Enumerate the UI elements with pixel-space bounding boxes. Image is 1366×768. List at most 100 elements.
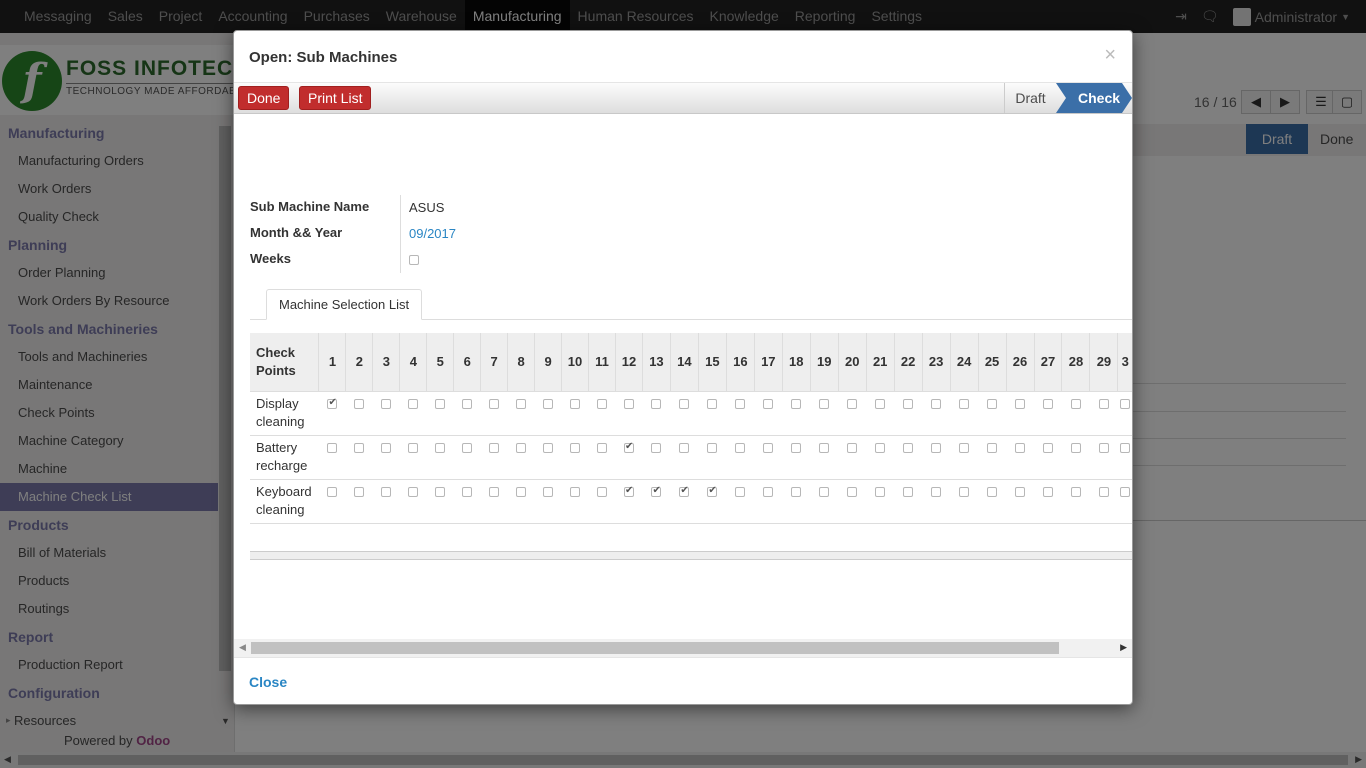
day-checkbox[interactable] bbox=[707, 485, 718, 498]
day-checkbox[interactable] bbox=[1043, 487, 1053, 498]
column-header-day[interactable]: 1 bbox=[318, 333, 346, 391]
day-checkbox[interactable] bbox=[959, 399, 970, 410]
status-draft[interactable]: Draft bbox=[1004, 83, 1056, 113]
day-checkbox[interactable] bbox=[462, 399, 473, 410]
done-button[interactable]: Done bbox=[238, 86, 290, 110]
day-checkbox[interactable] bbox=[763, 443, 774, 454]
day-checkbox[interactable] bbox=[570, 487, 581, 498]
day-checkbox[interactable] bbox=[763, 399, 774, 410]
day-checkbox[interactable] bbox=[735, 443, 746, 454]
day-checkbox[interactable] bbox=[1043, 443, 1053, 454]
day-checkbox[interactable] bbox=[819, 443, 830, 454]
day-checkbox[interactable] bbox=[408, 399, 419, 410]
day-checkbox[interactable] bbox=[931, 487, 942, 498]
column-header-day[interactable]: 6 bbox=[453, 333, 481, 391]
day-checkbox[interactable] bbox=[987, 443, 998, 454]
day-checkbox[interactable] bbox=[903, 399, 914, 410]
day-checkbox[interactable] bbox=[462, 487, 473, 498]
column-header-day[interactable]: 3 bbox=[372, 333, 400, 391]
day-checkbox[interactable] bbox=[623, 399, 634, 410]
day-checkbox[interactable] bbox=[462, 443, 473, 454]
day-checkbox[interactable] bbox=[931, 399, 942, 410]
day-checkbox[interactable] bbox=[516, 399, 527, 410]
column-header-day[interactable]: 28 bbox=[1061, 333, 1090, 391]
day-checkbox[interactable] bbox=[1119, 399, 1130, 410]
scroll-right-icon[interactable]: ▶ bbox=[1120, 642, 1127, 653]
day-checkbox[interactable] bbox=[543, 399, 554, 410]
day-checkbox[interactable] bbox=[570, 443, 581, 454]
column-header-day[interactable]: 3 bbox=[1117, 333, 1132, 391]
day-checkbox[interactable] bbox=[847, 443, 858, 454]
day-checkbox[interactable] bbox=[597, 399, 607, 410]
day-checkbox[interactable] bbox=[354, 399, 365, 410]
day-checkbox[interactable] bbox=[651, 485, 662, 498]
day-checkbox[interactable] bbox=[623, 485, 634, 498]
day-checkbox[interactable] bbox=[435, 443, 446, 454]
column-header-day[interactable]: 14 bbox=[669, 333, 699, 391]
day-checkbox[interactable] bbox=[903, 487, 914, 498]
dialog-horizontal-scrollbar[interactable]: ◀ ▶ bbox=[234, 639, 1132, 657]
day-checkbox[interactable] bbox=[1119, 487, 1130, 498]
day-checkbox[interactable] bbox=[987, 487, 998, 498]
day-checkbox[interactable] bbox=[651, 399, 662, 410]
day-checkbox[interactable] bbox=[959, 487, 970, 498]
day-checkbox[interactable] bbox=[791, 487, 802, 498]
day-checkbox[interactable] bbox=[327, 443, 338, 454]
weeks-checkbox[interactable] bbox=[409, 254, 419, 265]
column-header-day[interactable]: 29 bbox=[1089, 333, 1118, 391]
column-header-day[interactable]: 18 bbox=[781, 333, 811, 391]
day-checkbox[interactable] bbox=[435, 487, 446, 498]
day-checkbox[interactable] bbox=[1043, 399, 1053, 410]
column-header-day[interactable]: 21 bbox=[865, 333, 895, 391]
day-checkbox[interactable] bbox=[570, 399, 581, 410]
day-checkbox[interactable] bbox=[875, 487, 886, 498]
day-checkbox[interactable] bbox=[489, 487, 500, 498]
scroll-thumb[interactable] bbox=[251, 642, 1059, 654]
day-checkbox[interactable] bbox=[1015, 487, 1026, 498]
day-checkbox[interactable] bbox=[489, 443, 500, 454]
day-checkbox[interactable] bbox=[516, 487, 527, 498]
tab-machine-selection-list[interactable]: Machine Selection List bbox=[266, 289, 423, 320]
column-header-check-points[interactable]: Check Points bbox=[250, 333, 319, 391]
day-checkbox[interactable] bbox=[819, 399, 830, 410]
day-checkbox[interactable] bbox=[791, 399, 802, 410]
day-checkbox[interactable] bbox=[931, 443, 942, 454]
column-header-day[interactable]: 13 bbox=[641, 333, 671, 391]
day-checkbox[interactable] bbox=[847, 487, 858, 498]
day-checkbox[interactable] bbox=[791, 443, 802, 454]
day-checkbox[interactable] bbox=[707, 399, 718, 410]
status-check[interactable]: Check bbox=[1056, 83, 1132, 113]
column-header-day[interactable]: 20 bbox=[837, 333, 867, 391]
day-checkbox[interactable] bbox=[903, 443, 914, 454]
day-checkbox[interactable] bbox=[408, 443, 419, 454]
column-header-day[interactable]: 26 bbox=[1005, 333, 1035, 391]
column-header-day[interactable]: 2 bbox=[345, 333, 373, 391]
day-checkbox[interactable] bbox=[381, 443, 392, 454]
day-checkbox[interactable] bbox=[763, 487, 774, 498]
day-checkbox[interactable] bbox=[1015, 443, 1026, 454]
day-checkbox[interactable] bbox=[381, 399, 392, 410]
day-checkbox[interactable] bbox=[875, 443, 886, 454]
day-checkbox[interactable] bbox=[875, 399, 886, 410]
day-checkbox[interactable] bbox=[381, 487, 392, 498]
day-checkbox[interactable] bbox=[987, 399, 998, 410]
day-checkbox[interactable] bbox=[597, 487, 607, 498]
day-checkbox[interactable] bbox=[543, 443, 554, 454]
day-checkbox[interactable] bbox=[597, 443, 607, 454]
column-header-day[interactable]: 27 bbox=[1033, 333, 1062, 391]
close-icon[interactable]: × bbox=[1104, 45, 1116, 65]
column-header-day[interactable]: 4 bbox=[399, 333, 427, 391]
day-checkbox[interactable] bbox=[623, 441, 634, 454]
column-header-day[interactable]: 16 bbox=[725, 333, 755, 391]
column-header-day[interactable]: 15 bbox=[697, 333, 727, 391]
day-checkbox[interactable] bbox=[1098, 399, 1109, 410]
column-header-day[interactable]: 10 bbox=[561, 333, 589, 391]
day-checkbox[interactable] bbox=[1070, 399, 1081, 410]
day-checkbox[interactable] bbox=[651, 443, 662, 454]
day-checkbox[interactable] bbox=[354, 443, 365, 454]
day-checkbox[interactable] bbox=[1070, 487, 1081, 498]
month-year-value[interactable]: 09/2017 bbox=[409, 226, 456, 241]
column-header-day[interactable]: 19 bbox=[809, 333, 839, 391]
column-header-day[interactable]: 24 bbox=[949, 333, 979, 391]
day-checkbox[interactable] bbox=[327, 487, 338, 498]
